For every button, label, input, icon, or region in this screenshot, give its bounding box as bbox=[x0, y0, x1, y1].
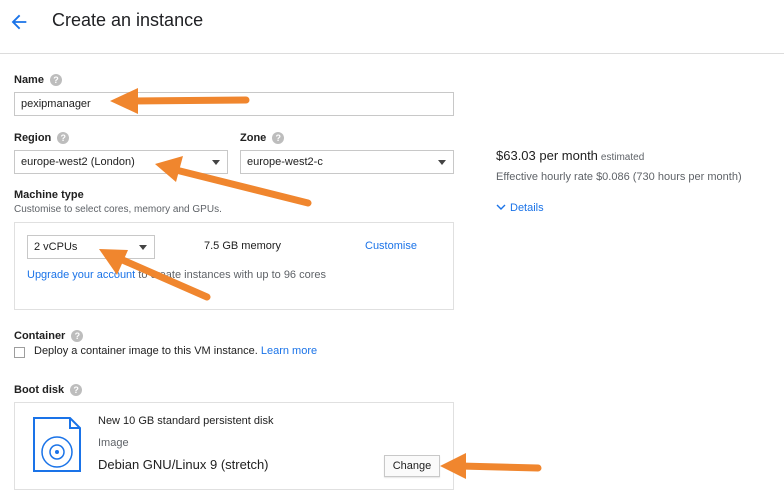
boot-disk-title: New 10 GB standard persistent disk bbox=[98, 415, 274, 427]
hourly-rate: Effective hourly rate $0.086 (730 hours … bbox=[496, 171, 742, 183]
help-icon[interactable]: ? bbox=[57, 132, 70, 145]
change-arrow-line bbox=[456, 462, 542, 472]
machine-type-panel: 2 vCPUs 7.5 GB memory Customise Upgrade … bbox=[14, 222, 454, 310]
disk-icon bbox=[33, 417, 81, 472]
help-icon[interactable]: ? bbox=[71, 330, 84, 343]
caret-down-icon bbox=[212, 160, 220, 165]
container-checkbox[interactable] bbox=[14, 347, 25, 358]
cost-estimated-label: estimated bbox=[600, 152, 645, 163]
boot-disk-image-label: Image bbox=[98, 437, 129, 449]
machine-type-label: Machine type bbox=[14, 189, 84, 201]
cost-amount: $63.03 per month bbox=[496, 148, 598, 163]
arrow-left-icon[interactable] bbox=[8, 11, 30, 33]
change-button[interactable]: Change bbox=[384, 455, 440, 477]
region-label: Region? bbox=[14, 132, 70, 145]
container-label: Container? bbox=[14, 330, 84, 343]
zone-label: Zone? bbox=[240, 132, 285, 145]
help-icon[interactable]: ? bbox=[70, 384, 83, 397]
learn-more-link[interactable]: Learn more bbox=[261, 345, 317, 357]
name-input[interactable]: pexipmanager bbox=[14, 92, 454, 116]
name-label: Name? bbox=[14, 74, 62, 87]
zone-select[interactable]: europe-west2-c bbox=[240, 150, 454, 174]
memory-value: 7.5 GB memory bbox=[204, 240, 282, 252]
zone-value: europe-west2-c bbox=[247, 156, 323, 168]
help-icon[interactable]: ? bbox=[49, 74, 62, 87]
upgrade-text: to create instances with up to 96 cores bbox=[135, 269, 327, 281]
page-header: Create an instance bbox=[0, 0, 784, 54]
chevron-down-icon bbox=[496, 204, 506, 211]
caret-down-icon bbox=[438, 160, 446, 165]
region-select[interactable]: europe-west2 (London) bbox=[14, 150, 228, 174]
cost-estimate: $63.03 per month estimated bbox=[496, 148, 644, 163]
boot-disk-label: Boot disk? bbox=[14, 384, 83, 397]
details-link[interactable]: Details bbox=[496, 202, 544, 214]
caret-down-icon bbox=[139, 245, 147, 250]
machine-type-description: Customise to select cores, memory and GP… bbox=[14, 204, 222, 215]
region-arrow-line bbox=[172, 166, 312, 207]
container-checkbox-text: Deploy a container image to this VM inst… bbox=[34, 345, 258, 357]
boot-disk-image: Debian GNU/Linux 9 (stretch) bbox=[98, 457, 269, 472]
customise-link[interactable]: Customise bbox=[365, 240, 417, 252]
help-icon[interactable]: ? bbox=[272, 132, 285, 145]
region-value: europe-west2 (London) bbox=[21, 156, 135, 168]
cpu-value: 2 vCPUs bbox=[34, 241, 78, 253]
container-option: Deploy a container image to this VM inst… bbox=[34, 345, 317, 357]
upgrade-notice: Upgrade your account to create instances… bbox=[27, 269, 326, 281]
page-title: Create an instance bbox=[52, 10, 204, 30]
cpu-select[interactable]: 2 vCPUs bbox=[27, 235, 155, 259]
upgrade-account-link[interactable]: Upgrade your account bbox=[27, 269, 135, 281]
